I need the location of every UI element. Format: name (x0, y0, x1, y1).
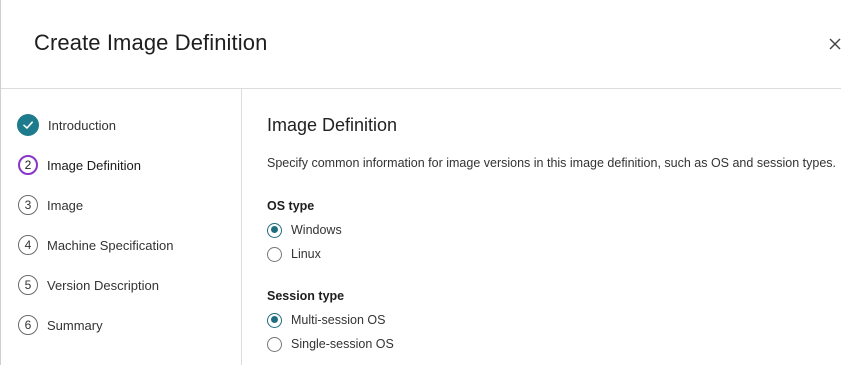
radio-label: Single-session OS (291, 337, 394, 351)
step-image-definition[interactable]: 2 Image Definition (17, 153, 141, 177)
radio-label: Multi-session OS (291, 313, 386, 327)
os-type-label: OS type (267, 199, 315, 213)
step-label: Introduction (48, 117, 116, 133)
session-type-multi-session-option[interactable]: Multi-session OS (267, 311, 385, 329)
step-number-marker: 4 (18, 235, 38, 255)
close-icon (829, 38, 841, 50)
section-description: Specify common information for image ver… (267, 156, 837, 170)
step-number-marker: 6 (18, 315, 38, 335)
step-completed-marker (17, 114, 39, 136)
create-image-definition-dialog: Create Image Definition Introduction 2 I… (0, 0, 841, 365)
radio-button[interactable] (267, 246, 282, 262)
radio-label: Windows (291, 223, 342, 237)
dialog-title: Create Image Definition (34, 30, 268, 55)
session-type-single-session-option[interactable]: Single-session OS (267, 335, 394, 353)
step-number-marker: 2 (18, 155, 38, 175)
checkmark-icon (23, 121, 33, 129)
section-title: Image Definition (267, 115, 398, 135)
session-type-label: Session type (267, 289, 345, 303)
step-label: Image (47, 197, 84, 213)
step-label: Summary (47, 317, 103, 333)
wizard-steps-sidebar: Introduction 2 Image Definition 3 Image … (1, 89, 242, 365)
radio-button[interactable] (267, 312, 282, 328)
step-introduction[interactable]: Introduction (17, 113, 116, 137)
step-number-marker: 3 (18, 195, 38, 215)
step-label: Image Definition (47, 157, 141, 173)
close-button[interactable] (827, 36, 841, 52)
radio-button[interactable] (267, 336, 282, 352)
step-number-marker: 5 (18, 275, 38, 295)
step-summary[interactable]: 6 Summary (17, 313, 103, 337)
os-type-windows-option[interactable]: Windows (267, 221, 342, 239)
os-type-linux-option[interactable]: Linux (267, 245, 321, 263)
dialog-header: Create Image Definition (1, 0, 841, 89)
radio-button[interactable] (267, 222, 282, 238)
radio-label: Linux (291, 247, 321, 261)
step-version-description[interactable]: 5 Version Description (17, 273, 159, 297)
step-machine-specification[interactable]: 4 Machine Specification (17, 233, 173, 257)
main-content: Image Definition Specify common informat… (267, 89, 841, 365)
step-label: Machine Specification (47, 237, 174, 253)
step-label: Version Description (47, 277, 159, 293)
step-image[interactable]: 3 Image (17, 193, 83, 217)
